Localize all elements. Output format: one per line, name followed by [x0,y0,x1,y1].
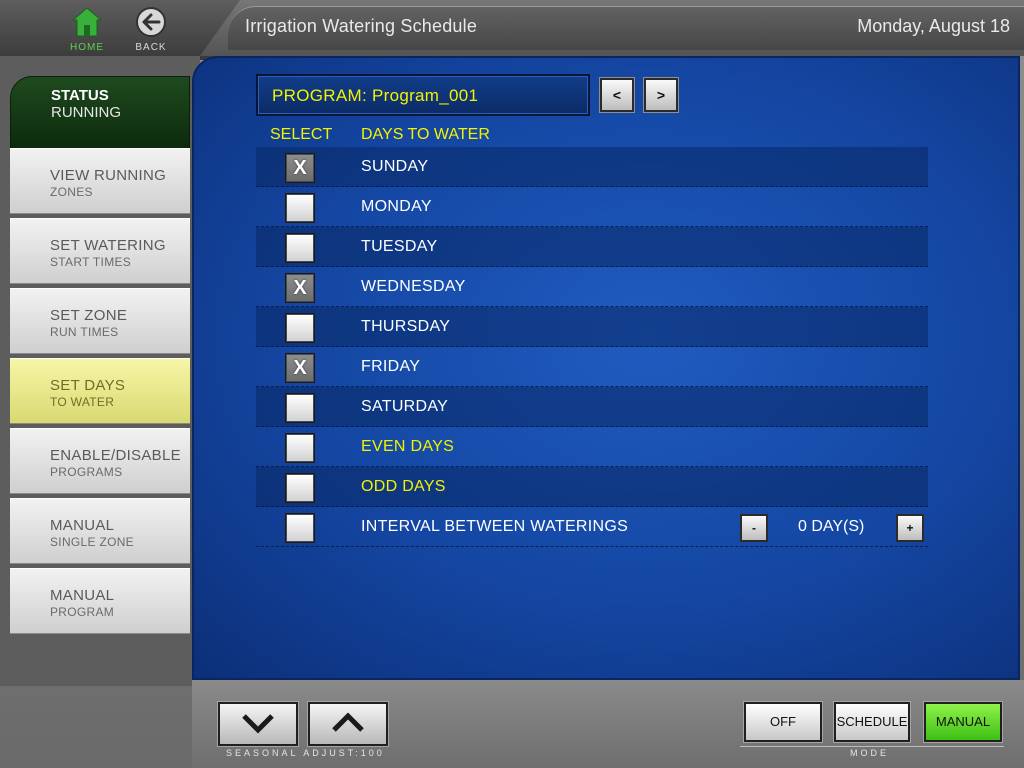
days-column-header: DAYS TO WATER [361,126,490,143]
day-row: SATURDAY [256,387,928,427]
day-checkbox[interactable]: X [286,154,314,182]
day-checkbox[interactable] [286,394,314,422]
sidebar-item-subtitle: RUN TIMES [50,325,119,339]
day-row: EVEN DAYS [256,427,928,467]
day-row: X FRIDAY [256,347,928,387]
day-label: THURSDAY [361,318,451,335]
day-label: SATURDAY [361,398,449,415]
mode-label: MODE [850,748,889,758]
day-label: FRIDAY [361,358,421,375]
date-label: Monday, August 18 [857,16,1010,36]
back-label: BACK [135,42,167,53]
seasonal-down-button[interactable] [218,702,298,746]
day-checkbox[interactable]: X [286,274,314,302]
home-label: HOME [70,42,104,53]
day-row: X SUNDAY [256,147,928,187]
sidebar: STATUS RUNNING VIEW RUNNING ZONES SET WATE… [0,56,200,768]
mode-schedule-button[interactable]: SCHEDULE [834,702,910,742]
day-row: ODD DAYS [256,467,928,507]
day-checkbox[interactable] [286,434,314,462]
sidebar-item-6[interactable]: MANUAL PROGRAM [10,568,190,634]
day-checkbox[interactable] [286,474,314,502]
interval-plus-button[interactable]: + [896,514,924,542]
day-row: X WEDNESDAY [256,267,928,307]
sidebar-item-title: VIEW RUNNING [50,167,167,184]
day-checkbox[interactable] [286,514,314,542]
sidebar-item-subtitle: PROGRAMS [50,465,123,479]
sidebar-item-4[interactable]: ENABLE/DISABLE PROGRAMS [10,428,190,494]
sidebar-item-title: MANUAL [50,587,115,604]
day-label: TUESDAY [361,238,438,255]
day-row: TUESDAY [256,227,928,267]
home-icon [71,7,103,37]
main-panel: PROGRAM: Program_001 < > SELECT DAYS TO … [192,56,1020,680]
sidebar-item-subtitle: SINGLE ZONE [50,535,134,549]
sidebar-item-subtitle: START TIMES [50,255,132,269]
interval-minus-button[interactable]: - [740,514,768,542]
mode-manual-button[interactable]: MANUAL [924,702,1002,742]
day-label: INTERVAL BETWEEN WATERINGS [361,518,629,535]
select-column-header: SELECT [270,126,333,143]
sidebar-item-3[interactable]: SET DAYS TO WATER [10,358,190,424]
sidebar-item-title: ENABLE/DISABLE [50,447,181,464]
sidebar-item-title: SET WATERING [50,237,166,254]
sidebar-item-title: SET DAYS [50,377,126,394]
sidebar-item-subtitle: PROGRAM [50,605,115,619]
seasonal-adjust-label: SEASONAL ADJUST:100 [226,748,385,758]
back-button[interactable]: BACK [126,6,176,56]
mode-divider [740,746,1004,747]
day-checkbox[interactable] [286,314,314,342]
day-checkbox[interactable] [286,234,314,262]
sidebar-item-title: SET ZONE [50,307,128,324]
bottom-bar: SEASONAL ADJUST:100 OFF SCHEDULE MANUAL … [192,680,1024,768]
program-selector[interactable]: PROGRAM: Program_001 [256,74,590,116]
sidebar-item-2[interactable]: SET ZONE RUN TIMES [10,288,190,354]
day-row: THURSDAY [256,307,928,347]
day-row: MONDAY [256,187,928,227]
day-label: ODD DAYS [361,478,446,495]
sidebar-item-subtitle: TO WATER [50,395,115,409]
day-checkbox[interactable] [286,194,314,222]
sidebar-item-subtitle: ZONES [50,185,93,199]
day-label: WEDNESDAY [361,278,466,295]
sidebar-item-title: MANUAL [50,517,115,534]
day-label: EVEN DAYS [361,438,455,455]
status-value: RUNNING [51,104,121,121]
status-title: STATUS [51,87,109,104]
day-row: INTERVAL BETWEEN WATERINGS - 0 DAY(S) + [256,507,928,547]
day-label: SUNDAY [361,158,429,175]
sidebar-item-1[interactable]: SET WATERING START TIMES [10,218,190,284]
day-checkbox[interactable]: X [286,354,314,382]
sidebar-item-5[interactable]: MANUAL SINGLE ZONE [10,498,190,564]
back-arrow-icon [136,7,166,37]
program-label: PROGRAM: Program_001 [272,86,479,105]
prev-program-button[interactable]: < [600,78,634,112]
chevron-down-icon [242,714,274,734]
home-button[interactable]: HOME [62,6,112,56]
day-label: MONDAY [361,198,432,215]
interval-value: 0 DAY(S) [798,518,865,535]
chevron-up-icon [332,712,364,732]
seasonal-up-button[interactable] [308,702,388,746]
status-panel: STATUS RUNNING [10,76,190,150]
app-title: Irrigation Watering Schedule [245,16,478,36]
sidebar-item-0[interactable]: VIEW RUNNING ZONES [10,148,190,214]
next-program-button[interactable]: > [644,78,678,112]
mode-off-button[interactable]: OFF [744,702,822,742]
